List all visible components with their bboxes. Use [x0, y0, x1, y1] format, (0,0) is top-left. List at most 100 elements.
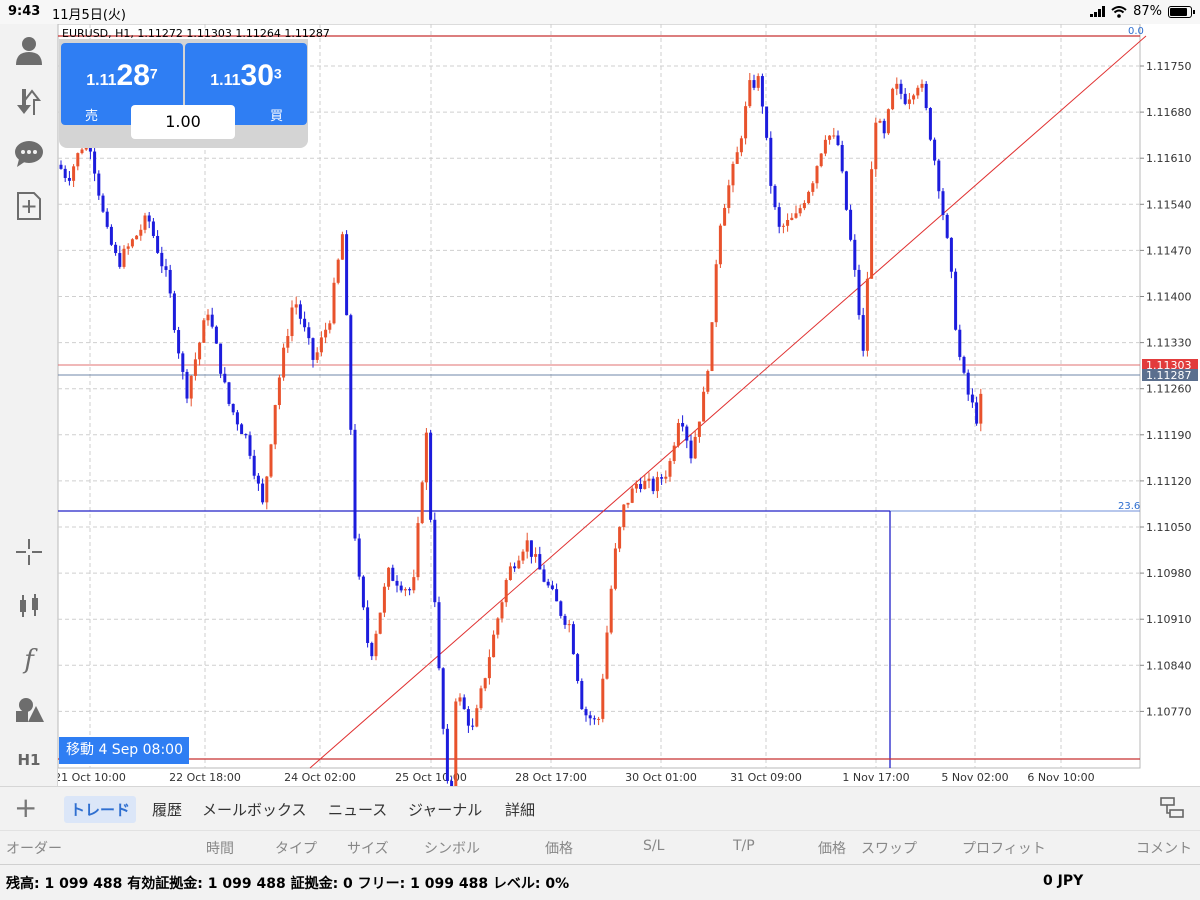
bull-candle-body: [403, 589, 407, 591]
bull-candle-body: [630, 488, 634, 503]
candlestick-icon[interactable]: [13, 590, 45, 622]
y-tick-label: 1.11470: [1146, 244, 1192, 257]
bull-candle-body: [802, 203, 806, 209]
tab-news[interactable]: ニュース: [328, 799, 387, 820]
bull-candle-body: [891, 88, 895, 110]
bull-candle-body: [647, 478, 651, 481]
bear-candle-body: [559, 601, 563, 616]
col-price-current: 価格: [818, 841, 846, 857]
tab-history[interactable]: 履歴: [152, 799, 182, 820]
bull-candle-body: [916, 87, 920, 96]
objects-icon[interactable]: [13, 694, 45, 726]
bear-candle-body: [563, 615, 567, 625]
x-tick-label: 1 Nov 17:00: [842, 771, 909, 784]
bear-candle-body: [970, 394, 974, 403]
bear-candle-body: [244, 434, 248, 436]
bear-candle-body: [366, 607, 370, 643]
col-sl: S/L: [643, 838, 665, 854]
bull-candle-body: [756, 76, 760, 88]
mt4-app: 9:43 11月5日(火) 87% f H1 1.11750 1.11680 1…: [0, 0, 1200, 900]
wifi-icon: [1111, 5, 1127, 18]
bear-candle-body: [168, 269, 172, 294]
bull-candle-body: [189, 375, 193, 399]
bear-candle-body: [147, 215, 151, 222]
col-profit: プロフィット: [962, 841, 1046, 857]
y-tick-label: 1.11610: [1146, 152, 1192, 165]
bear-candle-body: [345, 234, 349, 316]
bear-candle-body: [941, 191, 945, 215]
bull-candle-body: [135, 235, 139, 240]
bull-candle-body: [567, 624, 571, 626]
bull-candle-body: [622, 504, 626, 528]
bull-candle-body: [277, 377, 281, 406]
bull-candle-body: [878, 120, 882, 123]
bear-candle-body: [538, 554, 542, 570]
bear-candle-body: [760, 76, 764, 107]
y-tick-label: 1.11540: [1146, 198, 1192, 211]
bear-candle-body: [261, 483, 265, 503]
y-tick-label: 1.10980: [1146, 567, 1192, 580]
col-symbol: シンボル: [424, 841, 480, 857]
layout-icon[interactable]: [1160, 797, 1184, 819]
tab-journal[interactable]: ジャーナル: [408, 799, 482, 820]
chat-icon[interactable]: [13, 138, 45, 170]
bull-candle-body: [269, 444, 273, 477]
bull-candle-body: [807, 191, 811, 204]
tab-trade[interactable]: トレード: [64, 796, 137, 823]
add-icon[interactable]: +: [14, 793, 37, 823]
bull-candle-body: [336, 259, 340, 283]
account-balance-bar: 残高: 1 099 488 有効証拠金: 1 099 488 証拠金: 0 フリ…: [0, 864, 1200, 900]
sell-label: 売: [85, 109, 99, 124]
bull-candle-body: [912, 95, 916, 100]
y-tick-label: 1.10770: [1146, 705, 1192, 718]
battery-icon: [1168, 5, 1195, 18]
bull-candle-body: [672, 445, 676, 462]
bear-candle-body: [408, 589, 412, 591]
y-tick-label: 1.11400: [1146, 291, 1192, 304]
y-tick-label: 1.11680: [1146, 106, 1192, 119]
bear-candle-body: [958, 329, 962, 357]
bull-candle-body: [487, 657, 491, 679]
bull-candle-body: [525, 540, 529, 552]
bear-candle-body: [311, 338, 315, 360]
bull-candle-body: [706, 370, 710, 392]
bull-candle-body: [676, 423, 680, 446]
bull-candle-body: [815, 166, 819, 184]
bear-candle-body: [156, 235, 160, 253]
bear-candle-body: [67, 177, 71, 181]
indicators-icon[interactable]: f: [13, 644, 45, 676]
bear-candle-body: [361, 576, 365, 608]
col-size: サイズ: [347, 841, 389, 857]
bull-candle-body: [72, 166, 76, 181]
bear-candle-body: [853, 239, 857, 270]
bull-candle-body: [874, 122, 878, 170]
crosshair-icon[interactable]: [13, 536, 45, 568]
bear-candle-body: [777, 207, 781, 227]
bull-candle-body: [811, 183, 815, 192]
account-icon[interactable]: [13, 34, 45, 66]
one-click-trading-panel: 1.11287 売 1.11303 買 1.00: [59, 39, 308, 148]
bear-candle-body: [93, 151, 97, 174]
col-comment: コメント: [1136, 841, 1192, 857]
timeframe-button[interactable]: H1: [13, 744, 45, 776]
bear-candle-body: [109, 226, 113, 245]
tab-mailbox[interactable]: メールボックス: [202, 799, 307, 820]
bear-candle-body: [160, 252, 164, 267]
bull-candle-body: [378, 612, 382, 634]
bear-candle-body: [849, 209, 853, 240]
bull-candle-body: [193, 359, 197, 376]
buy-price: 1.11303: [210, 59, 282, 92]
bull-candle-body: [374, 633, 378, 657]
bear-candle-body: [639, 483, 643, 489]
tab-details[interactable]: 詳細: [505, 799, 535, 820]
lot-size-input[interactable]: 1.00: [131, 105, 235, 139]
bull-candle-body: [517, 560, 521, 569]
bear-candle-body: [471, 725, 475, 727]
bull-candle-body: [76, 153, 80, 167]
bull-candle-body: [282, 347, 286, 378]
total-profit: 0 JPY: [1043, 873, 1084, 889]
new-order-icon[interactable]: [13, 190, 45, 222]
bull-candle-body: [130, 239, 134, 247]
quotes-icon[interactable]: [13, 86, 45, 118]
sell-price: 1.11287: [86, 59, 158, 92]
